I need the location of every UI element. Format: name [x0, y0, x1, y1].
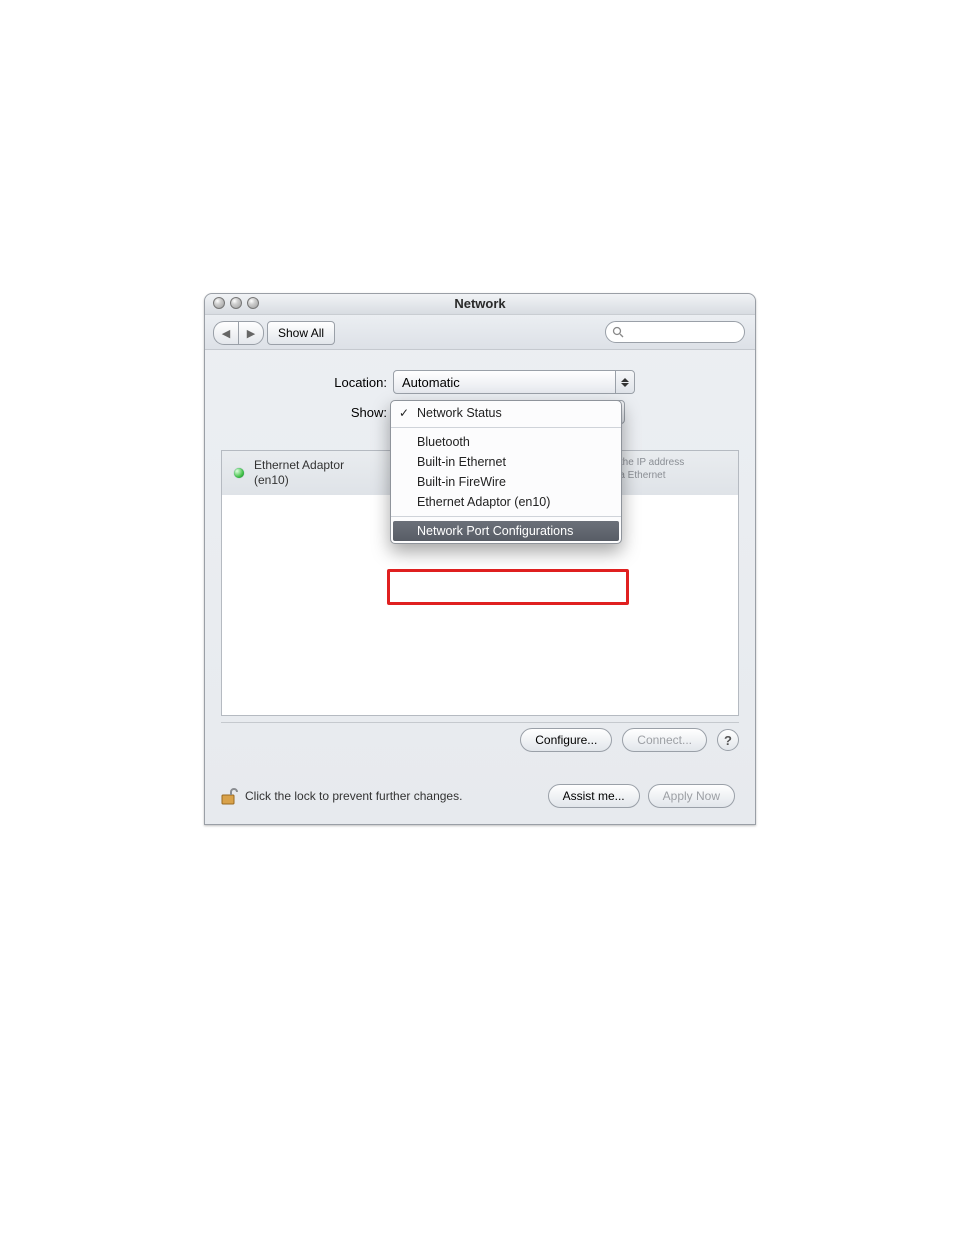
show-menu: Network Status Bluetooth Built-in Ethern…	[390, 400, 622, 544]
forward-button[interactable]: ▶	[238, 321, 264, 345]
location-popup[interactable]: Automatic	[393, 370, 635, 394]
footer-buttons: Assist me... Apply Now	[548, 784, 743, 808]
menu-item-builtin-firewire[interactable]: Built-in FireWire	[391, 472, 621, 492]
chevron-left-icon: ◀	[222, 327, 230, 340]
list-button-row: Configure... Connect... ?	[221, 722, 739, 757]
show-label: Show:	[277, 405, 393, 420]
chevron-right-icon: ▶	[247, 327, 255, 340]
connect-button[interactable]: Connect...	[622, 728, 707, 752]
search-icon	[612, 326, 624, 338]
footer: Click the lock to prevent further change…	[205, 768, 755, 824]
menu-item-builtin-ethernet[interactable]: Built-in Ethernet	[391, 452, 621, 472]
titlebar: Network	[205, 294, 755, 315]
popup-arrows-icon	[615, 371, 634, 393]
network-prefs-window: Network ◀ ▶ Show All Location: Automatic…	[204, 293, 756, 825]
back-button[interactable]: ◀	[213, 321, 238, 345]
adaptor-label: Ethernet Adaptor (en10)	[254, 458, 344, 488]
help-icon: ?	[724, 733, 732, 748]
minimize-icon[interactable]	[230, 297, 242, 309]
status-green-icon	[234, 468, 244, 478]
traffic-lights	[213, 297, 259, 309]
unlock-icon	[217, 785, 239, 807]
assist-me-button[interactable]: Assist me...	[548, 784, 640, 808]
menu-item-bluetooth[interactable]: Bluetooth	[391, 432, 621, 452]
zoom-icon[interactable]	[247, 297, 259, 309]
menu-item-ethernet-en10[interactable]: Ethernet Adaptor (en10)	[391, 492, 621, 512]
location-label: Location:	[277, 375, 393, 390]
nav-buttons: ◀ ▶	[213, 321, 264, 345]
location-row: Location: Automatic	[277, 368, 755, 396]
location-value: Automatic	[402, 375, 460, 390]
lock-button[interactable]: Click the lock to prevent further change…	[217, 785, 462, 807]
menu-separator	[391, 427, 621, 428]
help-button[interactable]: ?	[717, 729, 739, 751]
configure-button[interactable]: Configure...	[520, 728, 612, 752]
content-area: Location: Automatic Show: Ethernet Adapt…	[205, 350, 755, 426]
search-input[interactable]	[605, 321, 745, 343]
menu-separator	[391, 516, 621, 517]
toolbar: ◀ ▶ Show All	[205, 315, 755, 350]
window-title: Network	[205, 294, 755, 314]
menu-item-port-configurations[interactable]: Network Port Configurations	[393, 521, 619, 541]
lock-text: Click the lock to prevent further change…	[245, 789, 462, 803]
show-all-button[interactable]: Show All	[267, 321, 335, 345]
menu-item-network-status[interactable]: Network Status	[391, 403, 621, 423]
apply-now-button[interactable]: Apply Now	[648, 784, 735, 808]
close-icon[interactable]	[213, 297, 225, 309]
